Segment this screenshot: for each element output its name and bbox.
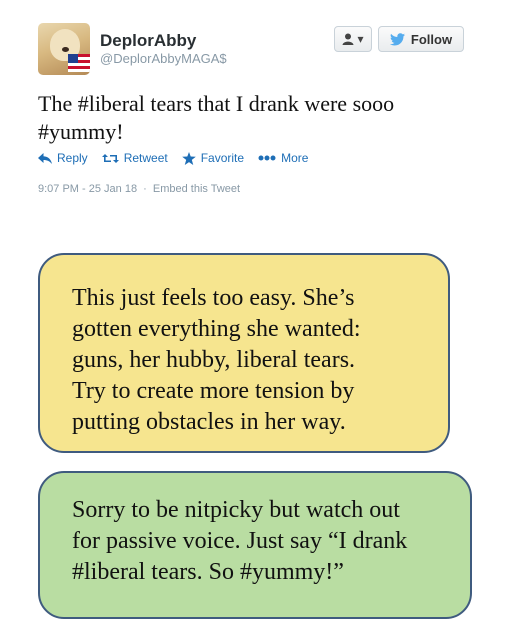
- retweet-button[interactable]: Retweet: [101, 151, 168, 165]
- user-handle[interactable]: @DeplorAbbyMAGA$: [100, 51, 227, 66]
- comment-line: This just feels too easy. She’s: [72, 285, 355, 311]
- comment-box-yellow: This just feels too easy. She’s gotten e…: [38, 253, 450, 453]
- favorite-label: Favorite: [200, 151, 245, 165]
- more-button[interactable]: More: [258, 151, 308, 165]
- more-label: More: [281, 151, 309, 165]
- reply-button[interactable]: Reply: [38, 151, 88, 165]
- timestamp[interactable]: 9:07 PM - 25 Jan 18: [38, 183, 137, 195]
- bird-icon: [389, 32, 405, 45]
- star-icon: [181, 151, 196, 165]
- comment-line: #liberal tears. So #yummy!”: [72, 559, 344, 585]
- embed-link[interactable]: Embed this Tweet: [153, 183, 240, 195]
- comment-line: gotten everything she wanted:: [72, 316, 361, 342]
- comment-line: for passive voice. Just say “I drank: [72, 528, 408, 554]
- tweet-text: The #liberal tears that I drank were soo…: [38, 90, 498, 146]
- tweet-actions: Reply Retweet Favorite More: [38, 151, 308, 165]
- more-dots-icon: [258, 155, 276, 161]
- dog-nose: [62, 47, 69, 52]
- comment-line: guns, her hubby, liberal tears.: [72, 347, 356, 373]
- chevron-down-icon: ▾: [357, 32, 364, 46]
- comment-line: putting obstacles in her way.: [72, 409, 346, 435]
- favorite-button[interactable]: Favorite: [181, 151, 245, 165]
- retweet-label: Retweet: [123, 151, 168, 165]
- comment-line: Sorry to be nitpicky but watch out: [72, 497, 400, 523]
- follow-button[interactable]: Follow: [378, 26, 464, 52]
- retweet-icon: [101, 153, 119, 163]
- comment-line: Try to create more tension by: [72, 378, 355, 404]
- follow-label: Follow: [410, 31, 453, 47]
- tweet-text-line: #yummy!: [38, 119, 124, 144]
- display-name[interactable]: DeplorAbby: [100, 31, 196, 51]
- reply-label: Reply: [57, 151, 88, 165]
- user-icon: [342, 33, 354, 45]
- comment-box-green: Sorry to be nitpicky but watch out for p…: [38, 471, 472, 619]
- flag-icon: [68, 54, 90, 72]
- tweet-text-line: The #liberal tears that I drank were soo…: [38, 91, 395, 116]
- tweet-card: DeplorAbby @DeplorAbbyMAGA$ ▾ Follow The…: [0, 0, 528, 215]
- separator: ·: [143, 183, 147, 195]
- reply-icon: [38, 152, 52, 164]
- user-menu-button[interactable]: ▾: [334, 26, 372, 52]
- tweet-meta: 9:07 PM - 25 Jan 18 · Embed this Tweet: [38, 183, 243, 195]
- avatar[interactable]: [38, 23, 90, 75]
